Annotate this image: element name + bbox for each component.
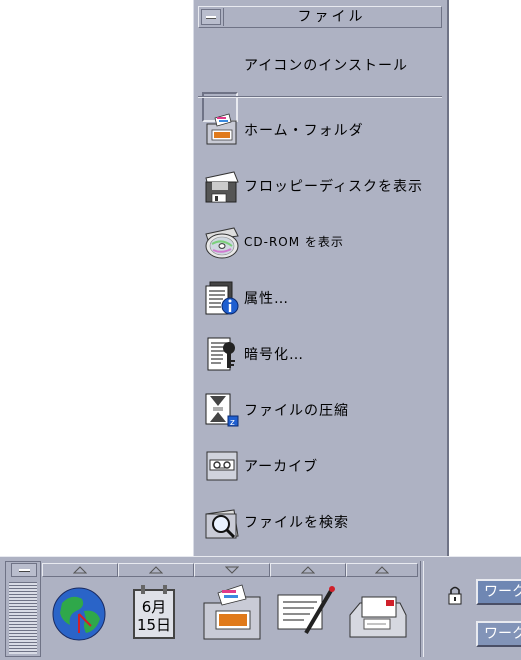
arrow-down-icon: [225, 566, 239, 574]
find-file-icon: [205, 509, 239, 539]
mailer-icon[interactable]: [344, 581, 410, 647]
arrow-up-icon: [375, 566, 389, 574]
calendar-icon[interactable]: 6月 15日: [131, 585, 179, 643]
file-subpanel: ファイル アイコンのインストール ホーム・フォルダ フロッピーディスクを表示 C…: [193, 0, 449, 566]
drag-grip[interactable]: [9, 582, 37, 654]
lock-icon[interactable]: [447, 585, 463, 605]
subpanel-item-find-file[interactable]: ファイルを検索: [194, 502, 448, 542]
globe-clock-icon[interactable]: [46, 581, 112, 647]
subpanel-arrow-clock[interactable]: [42, 563, 118, 577]
install-icon-label: アイコンのインストール: [244, 58, 409, 74]
install-icon-drop-zone[interactable]: アイコンのインストール: [194, 44, 448, 122]
subpanel-item-label: ファイルを検索: [244, 515, 349, 531]
subpanel-item-floppy[interactable]: フロッピーディスクを表示: [194, 166, 448, 206]
subpanel-item-archive[interactable]: アーカイブ: [194, 446, 448, 486]
archive-icon: [206, 451, 238, 481]
subpanel-item-label: ファイルの圧縮: [244, 403, 349, 419]
subpanel-title: ファイル: [223, 8, 439, 26]
arrow-up-icon: [149, 566, 163, 574]
subpanel-arrow-editor[interactable]: [270, 563, 346, 577]
front-panel: 6月 15日 ワーク ワーク: [0, 556, 521, 660]
subpanel-item-label: 属性…: [244, 291, 289, 307]
front-panel-menu-button[interactable]: [11, 563, 37, 577]
svg-text:z: z: [230, 418, 235, 428]
subpanel-arrow-mail[interactable]: [346, 563, 418, 577]
subpanel-item-compress[interactable]: z ファイルの圧縮: [194, 390, 448, 430]
subpanel-divider: [198, 96, 442, 98]
calendar-day: 15日: [136, 616, 172, 634]
subpanel-menu-button[interactable]: [201, 9, 221, 25]
subpanel-titlebar: ファイル: [198, 6, 442, 28]
subpanel-item-home-folder[interactable]: ホーム・フォルダ: [194, 110, 448, 150]
subpanel-item-label: フロッピーディスクを表示: [244, 179, 424, 195]
properties-icon: [205, 281, 239, 315]
floppy-disk-icon: [205, 171, 239, 203]
arrow-up-icon: [73, 566, 87, 574]
home-folder-icon: [206, 113, 237, 145]
subpanel-item-label: CD-ROM を表示: [244, 235, 344, 249]
text-editor-icon[interactable]: [274, 581, 340, 647]
encrypt-icon: [207, 337, 235, 371]
subpanel-item-label: アーカイブ: [244, 459, 319, 475]
workspace-button-2[interactable]: ワーク: [476, 621, 521, 647]
file-manager-icon[interactable]: [200, 581, 266, 647]
subpanel-arrow-calendar[interactable]: [118, 563, 194, 577]
subpanel-item-cdrom[interactable]: CD-ROM を表示: [194, 222, 448, 262]
subpanel-arrow-files[interactable]: [194, 563, 270, 577]
subpanel-item-label: 暗号化…: [244, 347, 304, 363]
panel-separator: [420, 561, 424, 657]
arrow-up-icon: [301, 566, 315, 574]
cdrom-icon: [205, 227, 239, 259]
workspace-button-1[interactable]: ワーク: [476, 579, 521, 605]
subpanel-item-label: ホーム・フォルダ: [244, 123, 364, 139]
front-panel-handle[interactable]: [5, 561, 41, 657]
subpanel-item-encrypt[interactable]: 暗号化…: [194, 334, 448, 374]
compress-icon: z: [205, 393, 239, 428]
subpanel-item-properties[interactable]: 属性…: [194, 278, 448, 318]
